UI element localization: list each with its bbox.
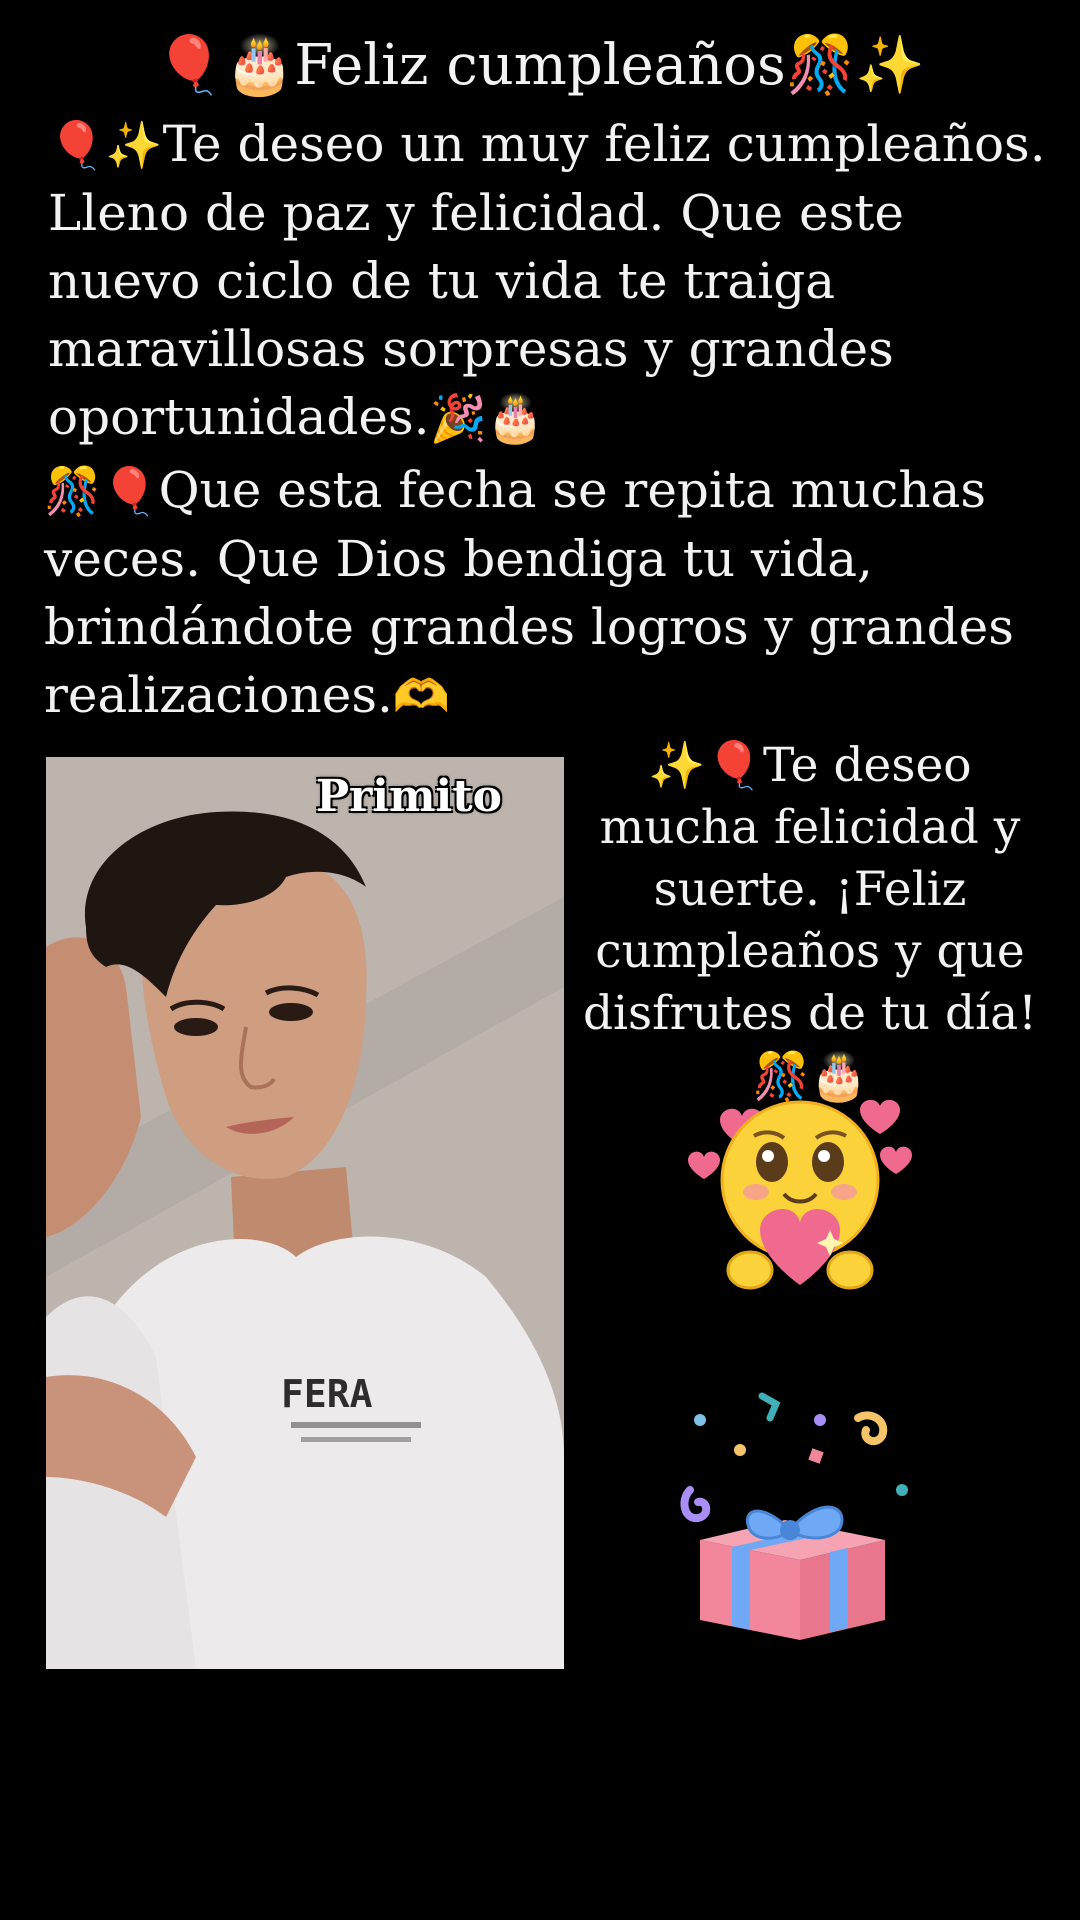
shirt-print-text: FERA [281, 1372, 373, 1416]
sparkles-balloon-emoji: ✨🎈 [648, 738, 763, 792]
portrait-illustration: FERA [46, 757, 564, 1669]
heart-hands-emoji: 🫶 [392, 669, 451, 723]
confetti-balloon-emoji: 🎊🎈 [44, 464, 159, 518]
greeting-title: 🎈🎂Feliz cumpleaños🎊✨ [154, 33, 926, 98]
photo-caption: Primito [316, 771, 502, 822]
greeting-paragraph-1: 🎈✨Te deseo un muy feliz cumpleaños. Llen… [48, 110, 1048, 452]
greeting-paragraph-2: 🎊🎈Que esta fecha se repita muchas veces.… [44, 456, 1044, 730]
paragraph-1-text: Te deseo un muy feliz cumpleaños. Lleno … [48, 115, 1046, 446]
balloon-sparkles-emoji: 🎈✨ [48, 118, 163, 172]
party-cake-emoji: 🎉🎂 [429, 391, 545, 445]
portrait-photo: FERA Primito [46, 757, 564, 1669]
greeting-paragraph-3: ✨🎈Te deseo mucha felicidad y suerte. ¡Fe… [570, 734, 1050, 1108]
smiling-face-hugging-heart-icon [680, 1080, 920, 1300]
paragraph-2-text: Que esta fecha se repita muchas veces. Q… [44, 461, 1014, 724]
gift-with-confetti-icon [670, 1390, 920, 1650]
